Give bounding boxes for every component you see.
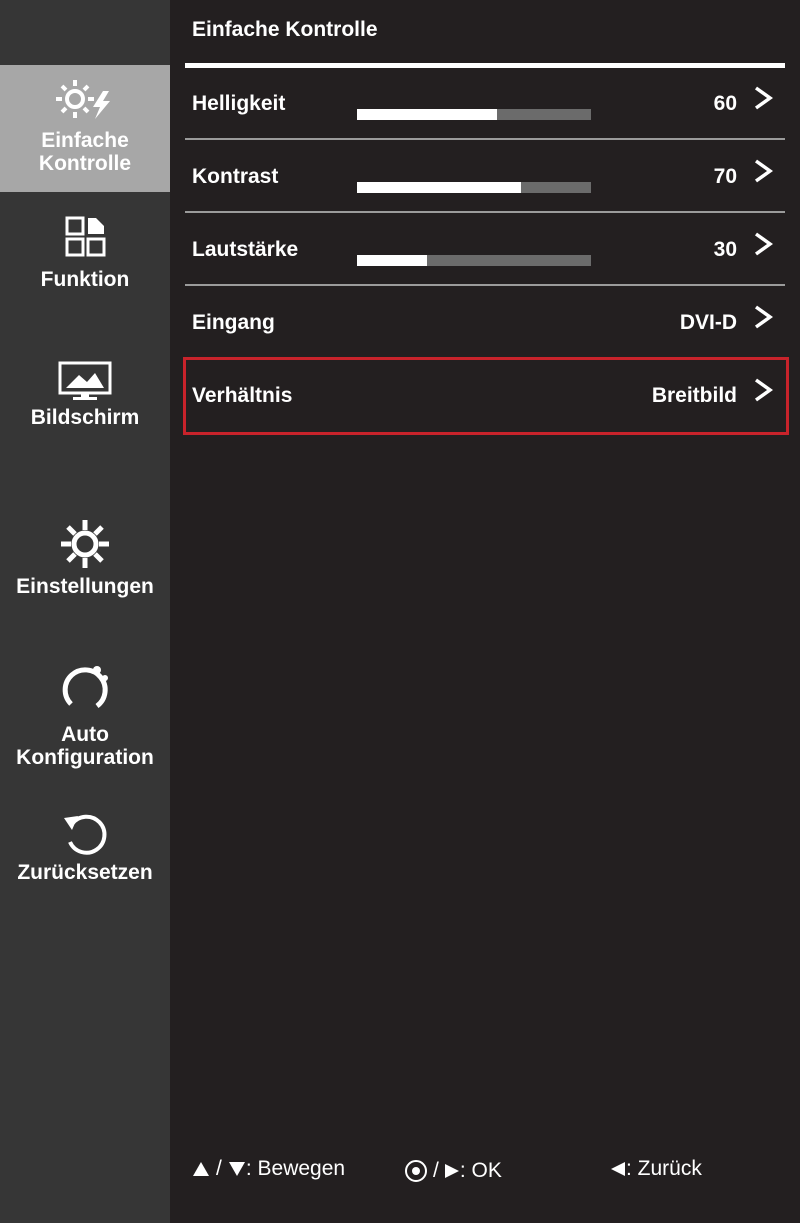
row-label: Verhältnis bbox=[192, 384, 293, 407]
page-title: Einfache Kontrolle bbox=[192, 18, 378, 41]
hint-move-label: : Bewegen bbox=[245, 1157, 346, 1180]
hint-ok-label: : OK bbox=[459, 1159, 502, 1182]
contrast-slider[interactable] bbox=[357, 182, 591, 193]
slider-fill bbox=[357, 109, 498, 120]
row-value: 60 bbox=[713, 92, 737, 115]
chevron-right-icon bbox=[754, 305, 773, 329]
row-divider bbox=[185, 284, 785, 286]
setting-row-kontrast[interactable]: Kontrast 70 bbox=[185, 141, 785, 213]
row-value: 30 bbox=[713, 238, 737, 261]
joystick-press-icon bbox=[405, 1160, 427, 1182]
arrow-left-icon bbox=[611, 1162, 625, 1176]
auto-config-icon bbox=[62, 666, 108, 709]
grid-icon bbox=[65, 216, 106, 257]
setting-row-verhaeltnis[interactable]: Verhältnis Breitbild bbox=[183, 357, 789, 435]
sidebar-item-einstellungen[interactable]: Einstellungen bbox=[0, 518, 170, 603]
row-divider bbox=[185, 211, 785, 213]
row-label: Eingang bbox=[192, 311, 275, 334]
sidebar-item-auto-konfiguration[interactable]: Auto Konfiguration bbox=[0, 660, 170, 775]
slider-fill bbox=[357, 182, 521, 193]
row-value: 70 bbox=[713, 165, 737, 188]
hint-back: : Zurück bbox=[610, 1157, 702, 1181]
sidebar-item-funktion[interactable]: Funktion bbox=[0, 215, 170, 305]
chevron-right-icon bbox=[754, 159, 773, 183]
setting-row-lautstaerke[interactable]: Lautstärke 30 bbox=[185, 214, 785, 286]
sidebar-item-bildschirm[interactable]: Bildschirm bbox=[0, 360, 170, 440]
reset-icon bbox=[64, 814, 107, 855]
brightness-bolt-icon bbox=[56, 80, 110, 119]
hint-ok: / : OK bbox=[404, 1159, 502, 1183]
sidebar-item-label: Einstellungen bbox=[16, 575, 154, 598]
sidebar-item-label: Einfache Kontrolle bbox=[38, 129, 132, 175]
sidebar: Einfache Kontrolle Funktion Bildschirm E… bbox=[0, 0, 170, 1223]
chevron-right-icon bbox=[754, 86, 773, 110]
setting-row-eingang[interactable]: Eingang DVI-D bbox=[185, 287, 785, 359]
hint-separator: / bbox=[433, 1159, 439, 1182]
slider-fill bbox=[357, 255, 428, 266]
osd-menu: Einfache Kontrolle Funktion Bildschirm E… bbox=[0, 0, 800, 1223]
arrow-down-icon bbox=[228, 1162, 245, 1176]
chevron-right-icon bbox=[754, 232, 773, 256]
row-value: Breitbild bbox=[651, 384, 737, 407]
row-value: DVI-D bbox=[679, 311, 737, 334]
arrow-up-icon bbox=[193, 1162, 209, 1176]
sidebar-item-zuruecksetzen[interactable]: Zurücksetzen bbox=[0, 808, 170, 888]
hint-move: / : Bewegen bbox=[192, 1157, 345, 1181]
arrow-right-icon bbox=[444, 1164, 459, 1178]
brightness-slider[interactable] bbox=[357, 109, 591, 120]
sidebar-item-label: Bildschirm bbox=[30, 406, 140, 429]
monitor-icon bbox=[58, 361, 112, 400]
row-label: Helligkeit bbox=[192, 92, 286, 115]
sidebar-item-label: Auto Konfiguration bbox=[16, 723, 154, 769]
row-label: Lautstärke bbox=[192, 238, 299, 261]
volume-slider[interactable] bbox=[357, 255, 591, 266]
chevron-right-icon bbox=[754, 378, 773, 402]
sidebar-item-label: Funktion bbox=[40, 268, 130, 291]
row-label: Kontrast bbox=[192, 165, 279, 188]
main-panel: Einfache Kontrolle Helligkeit 60 Kontras… bbox=[170, 0, 800, 1223]
key-hints: / : Bewegen / : OK : Zurück bbox=[192, 1157, 752, 1197]
row-divider bbox=[185, 138, 785, 140]
setting-row-helligkeit[interactable]: Helligkeit 60 bbox=[185, 68, 785, 140]
sidebar-item-label: Zurücksetzen bbox=[17, 861, 153, 884]
hint-back-label: : Zurück bbox=[626, 1157, 702, 1180]
hint-separator: / bbox=[216, 1157, 222, 1180]
gear-icon bbox=[61, 520, 109, 568]
sidebar-item-einfache-kontrolle[interactable]: Einfache Kontrolle bbox=[0, 65, 170, 192]
